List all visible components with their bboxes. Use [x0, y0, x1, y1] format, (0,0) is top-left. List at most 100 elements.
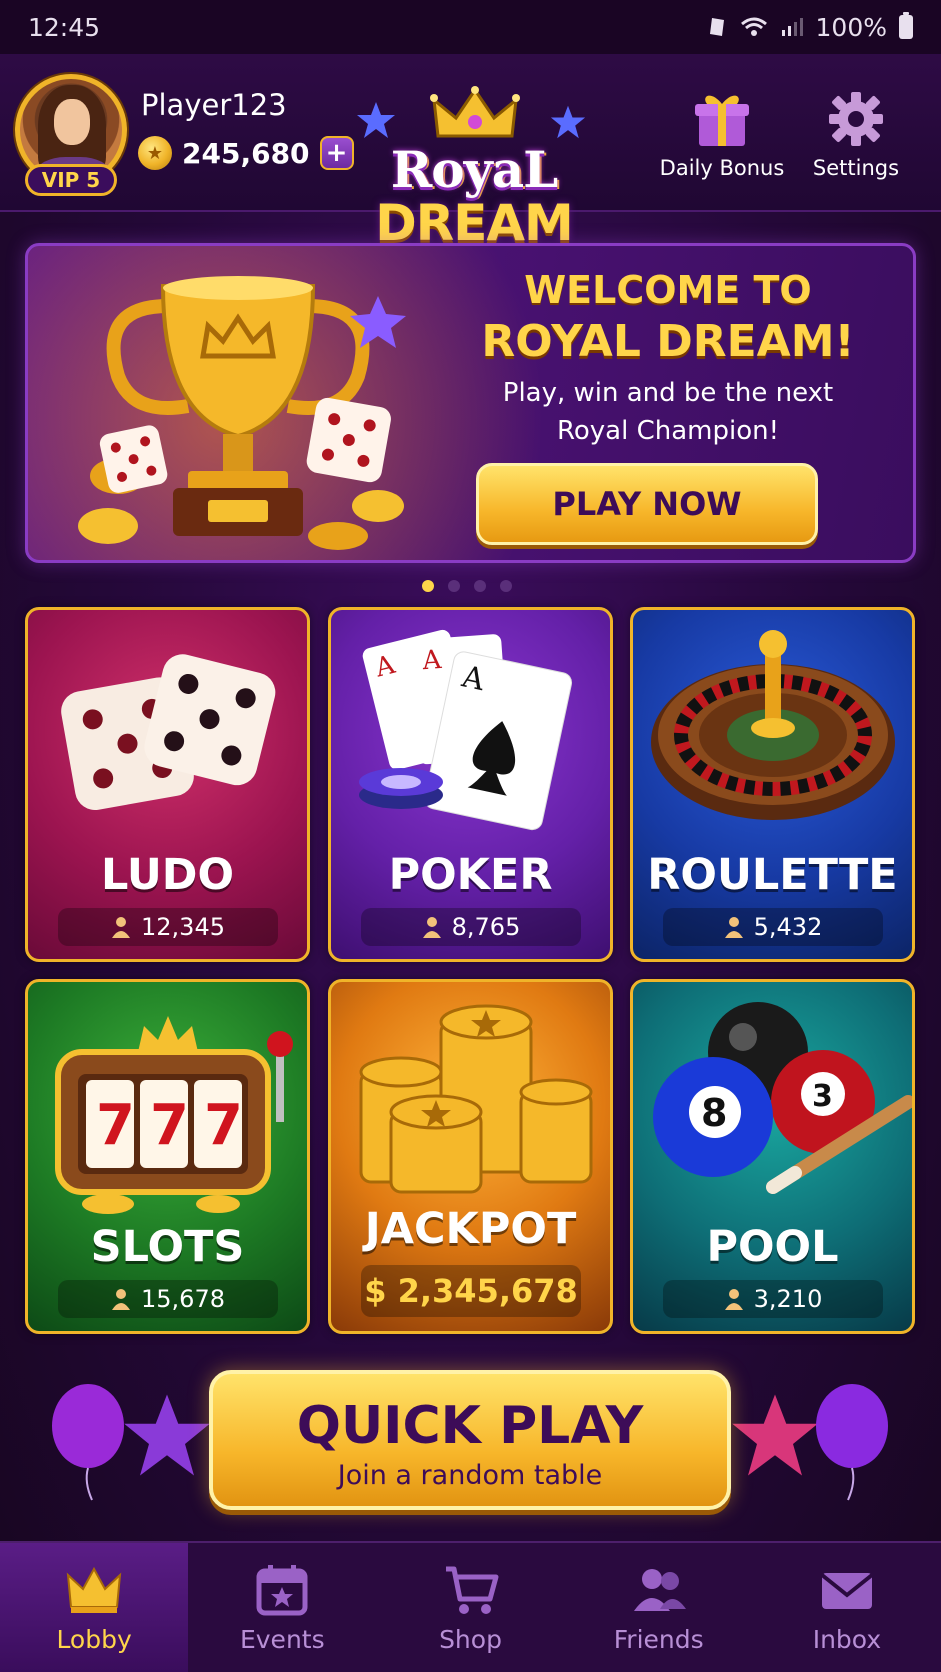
- banner-title-line2: ROYAL DREAM!: [481, 316, 855, 367]
- banner-title-line1: WELCOME TO: [524, 268, 812, 312]
- signal-icon: [781, 18, 803, 36]
- svg-text:8: 8: [701, 1091, 727, 1135]
- daily-bonus-label: Daily Bonus: [659, 156, 785, 180]
- game-title-slots: SLOTS: [90, 1222, 245, 1272]
- person-icon: [422, 917, 441, 938]
- crown-icon: [66, 1566, 122, 1613]
- status-bar: 12:45 100%: [0, 0, 941, 54]
- person-icon: [724, 1289, 743, 1310]
- game-card-ludo[interactable]: LUDO 12,345: [25, 607, 310, 962]
- play-now-button[interactable]: PLAY NOW: [476, 463, 818, 545]
- star-icon: [550, 105, 586, 139]
- banner-subtitle-line2: Royal Champion!: [556, 416, 780, 446]
- quick-play-button[interactable]: QUICK PLAY Join a random table: [209, 1370, 731, 1510]
- battery-icon: [899, 12, 913, 39]
- quick-play-area: QUICK PLAY Join a random table: [0, 1360, 941, 1520]
- pagination-dot-2[interactable]: [448, 580, 460, 592]
- trophy-icon: [78, 276, 406, 550]
- coin-balance: ★ 245,680 +: [138, 136, 354, 170]
- coin-icon: ★: [138, 136, 172, 170]
- svg-text:A: A: [420, 645, 443, 676]
- game-title-ludo: LUDO: [100, 850, 235, 900]
- game-card-pool[interactable]: 3 8 POOL 3,210: [630, 979, 915, 1334]
- svg-text:7: 7: [204, 1093, 243, 1158]
- game-title-jackpot: JACKPOT: [364, 1204, 577, 1254]
- svg-text:3: 3: [812, 1079, 833, 1114]
- settings-button[interactable]: Settings: [806, 88, 906, 180]
- svg-text:7: 7: [150, 1093, 189, 1158]
- game-card-poker[interactable]: A A A POKER 8,765: [328, 607, 613, 962]
- nav-label-friends: Friends: [613, 1625, 704, 1654]
- logo-text-royal: RoyaL: [390, 140, 559, 199]
- person-icon: [112, 917, 130, 938]
- quick-play-subtitle: Join a random table: [337, 1460, 603, 1491]
- player-count-ludo: 12,345: [58, 908, 278, 946]
- player-count-ludo-value: 12,345: [141, 913, 225, 941]
- balloon-icon: [52, 1384, 124, 1501]
- calendar-star-icon: [256, 1565, 308, 1616]
- bottom-nav: Lobby Events Shop Friends Inbox: [0, 1541, 941, 1672]
- player-count-pool-value: 3,210: [753, 1285, 823, 1313]
- mail-icon: [820, 1573, 874, 1609]
- header: VIP 5 Player123 ★ 245,680 + RoyaL DREAM …: [0, 54, 941, 252]
- status-icons: 100%: [708, 12, 913, 42]
- nav-item-friends[interactable]: Friends: [565, 1543, 753, 1672]
- nav-label-inbox: Inbox: [812, 1625, 882, 1654]
- player-count-pool: 3,210: [663, 1280, 883, 1318]
- banner-pagination: [422, 580, 512, 592]
- add-coins-button[interactable]: +: [319, 136, 354, 170]
- welcome-banner[interactable]: WELCOME TO ROYAL DREAM! Play, win and be…: [25, 243, 916, 563]
- friends-icon: [633, 1569, 686, 1611]
- player-count-slots-value: 15,678: [141, 1285, 225, 1313]
- vip-badge: VIP 5: [25, 164, 117, 196]
- settings-label: Settings: [812, 156, 900, 180]
- wifi-icon: [740, 17, 767, 36]
- banner-subtitle-line1: Play, win and be the next: [502, 378, 834, 408]
- dice-icon: [61, 654, 276, 811]
- game-title-roulette: ROULETTE: [647, 850, 898, 900]
- game-card-roulette[interactable]: ROULETTE 5,432: [630, 607, 915, 962]
- slot-machine-icon: 7 7 7: [55, 1016, 293, 1214]
- pagination-dot-3[interactable]: [474, 580, 486, 592]
- player-name: Player123: [141, 88, 287, 122]
- player-count-poker: 8,765: [361, 908, 581, 946]
- coin-amount: 245,680: [182, 136, 310, 170]
- cart-icon: [445, 1566, 498, 1614]
- person-icon: [724, 917, 743, 938]
- player-count-roulette-value: 5,432: [753, 913, 823, 941]
- player-count-slots: 15,678: [58, 1280, 278, 1318]
- nav-item-lobby[interactable]: Lobby: [0, 1543, 189, 1672]
- jackpot-amount: $ 2,345,678: [361, 1265, 581, 1317]
- game-title-pool: POOL: [706, 1222, 839, 1272]
- banner-subtitle: Play, win and be the next Royal Champion…: [458, 374, 878, 450]
- logo-crown-icon: [430, 86, 520, 138]
- person-icon: [112, 1289, 130, 1310]
- coin-stack-icon: [359, 1004, 593, 1194]
- pagination-dot-4[interactable]: [500, 580, 512, 592]
- game-card-slots[interactable]: 7 7 7 SLOTS 15,678: [25, 979, 310, 1334]
- nav-label-shop: Shop: [439, 1625, 502, 1654]
- gift-icon: [695, 95, 749, 146]
- nav-item-shop[interactable]: Shop: [376, 1543, 564, 1672]
- nav-item-inbox[interactable]: Inbox: [753, 1543, 941, 1672]
- nav-label-events: Events: [239, 1625, 325, 1654]
- game-card-jackpot[interactable]: JACKPOT $ 2,345,678: [328, 979, 613, 1334]
- star-icon: [357, 102, 395, 138]
- vibrate-icon: [709, 18, 724, 36]
- star-icon: [732, 1394, 818, 1476]
- battery-percent: 100%: [815, 12, 887, 42]
- nav-label-lobby: Lobby: [56, 1625, 132, 1654]
- svg-text:7: 7: [96, 1093, 135, 1158]
- player-count-poker-value: 8,765: [451, 913, 521, 941]
- star-icon: [124, 1394, 210, 1476]
- pagination-dot-1[interactable]: [422, 580, 434, 592]
- playing-cards-icon: A A A: [359, 629, 573, 831]
- quick-play-title: QUICK PLAY: [296, 1396, 644, 1456]
- daily-bonus-button[interactable]: Daily Bonus: [656, 88, 788, 180]
- nav-item-events[interactable]: Events: [188, 1543, 376, 1672]
- billiard-balls-icon: 3 8: [653, 1002, 912, 1194]
- gear-icon: [829, 92, 883, 146]
- balloon-icon: [816, 1384, 888, 1501]
- player-count-roulette: 5,432: [663, 908, 883, 946]
- game-title-poker: POKER: [388, 850, 553, 900]
